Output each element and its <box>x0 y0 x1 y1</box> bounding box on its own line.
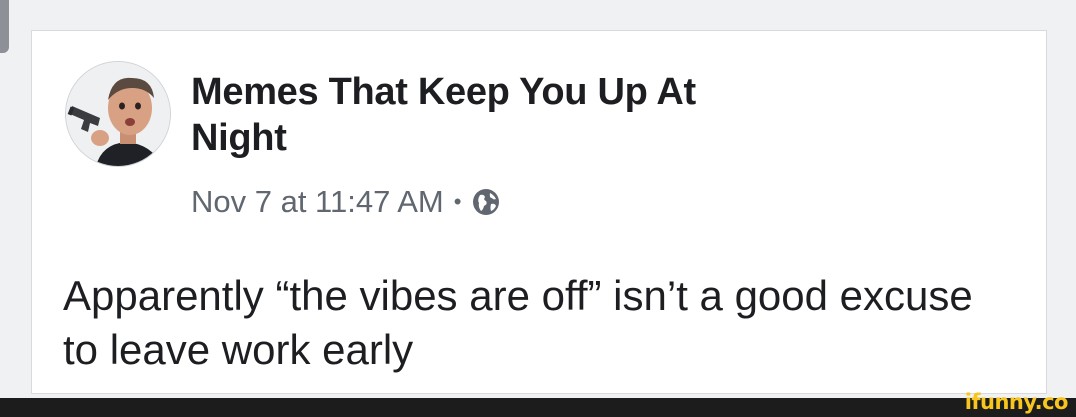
avatar[interactable] <box>65 61 171 167</box>
ifunny-watermark: ifunny.co <box>964 390 1069 414</box>
post-timestamp[interactable]: Nov 7 at 11:47 AM <box>191 184 444 220</box>
profile-photo <box>66 62 170 166</box>
meta-separator: • <box>453 189 462 214</box>
post-text: Apparently “the vibes are off” isn’t a g… <box>63 272 973 373</box>
watermark-bar <box>0 398 1076 417</box>
post-card: Memes That Keep You Up At Night Nov 7 at… <box>31 30 1047 394</box>
page-name[interactable]: Memes That Keep You Up At Night <box>191 69 751 161</box>
post-meta: Nov 7 at 11:47 AM • <box>191 182 501 222</box>
globe-icon[interactable] <box>471 187 501 217</box>
window-edge-tab <box>0 0 9 53</box>
